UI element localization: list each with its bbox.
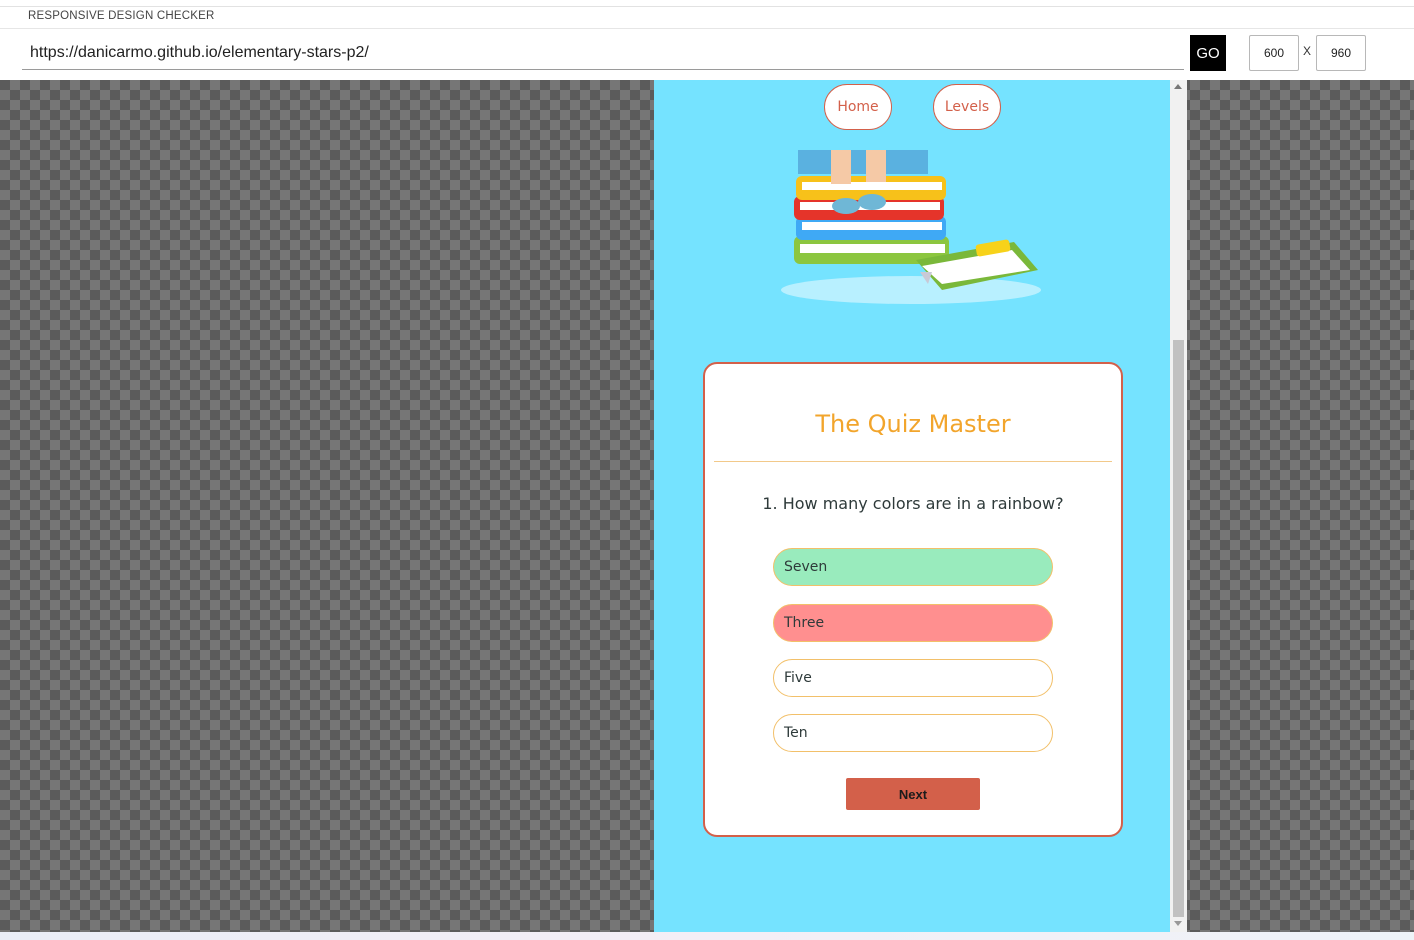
- dimension-separator: X: [1303, 44, 1312, 58]
- answer-option[interactable]: Seven: [773, 548, 1053, 586]
- quiz-title: The Quiz Master: [815, 410, 1011, 438]
- toolbar-divider: [0, 28, 1414, 29]
- app-title: RESPONSIVE DESIGN CHECKER: [28, 10, 215, 22]
- scroll-up-arrow-icon[interactable]: [1174, 84, 1182, 89]
- design-checker-toolbar: RESPONSIVE DESIGN CHECKER GO X: [0, 0, 1414, 80]
- next-button[interactable]: Next: [846, 778, 980, 810]
- top-divider: [0, 6, 1414, 7]
- nav-home-button[interactable]: Home: [824, 84, 892, 130]
- answer-option[interactable]: Ten: [773, 714, 1053, 752]
- width-input[interactable]: [1249, 35, 1299, 71]
- answer-option[interactable]: Three: [773, 604, 1053, 642]
- preview-scrollbar[interactable]: [1170, 80, 1187, 932]
- scroll-down-arrow-icon[interactable]: [1174, 921, 1182, 926]
- scroll-thumb[interactable]: [1173, 340, 1184, 917]
- quiz-card: The Quiz Master 1. How many colors are i…: [703, 362, 1123, 837]
- bottom-strip: [0, 932, 1414, 940]
- question-text: 1. How many colors are in a rainbow?: [762, 494, 1064, 513]
- books-illustration: [781, 150, 1041, 304]
- url-input[interactable]: [22, 36, 1184, 70]
- site-preview-viewport: Home Levels The Quiz Master 1. How many …: [654, 80, 1170, 932]
- title-divider: [714, 461, 1112, 462]
- answer-option[interactable]: Five: [773, 659, 1053, 697]
- nav-levels-button[interactable]: Levels: [933, 84, 1001, 130]
- go-button[interactable]: GO: [1190, 35, 1226, 71]
- height-input[interactable]: [1316, 35, 1366, 71]
